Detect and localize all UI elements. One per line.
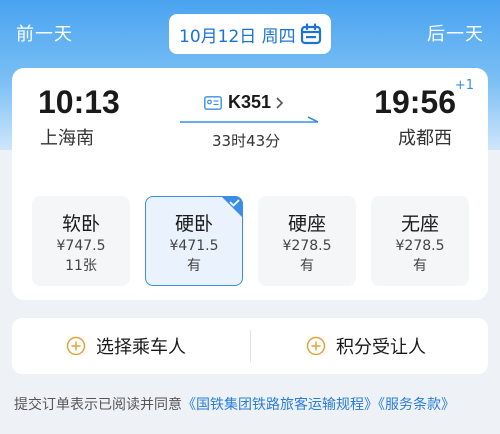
train-number: K351	[228, 92, 272, 112]
seat-availability: 有	[300, 258, 314, 274]
date-label: 10月12日 周四	[179, 26, 296, 47]
arrival-day-offset: +1	[454, 78, 474, 93]
date-picker[interactable]: 10月12日 周四	[169, 14, 331, 54]
points-transfer-button[interactable]: 积分受让人	[306, 318, 426, 374]
seat-availability: 11张	[65, 258, 97, 274]
departure-time: 10:13	[38, 84, 120, 120]
plus-circle-icon	[66, 336, 86, 356]
chevron-right-icon	[276, 96, 284, 109]
trip-card: 10:13 上海南 K351 33时43分 19:56 +1 成都西 软卧 ¥7…	[12, 68, 488, 300]
terms-link[interactable]: 《服务条款》	[378, 397, 455, 413]
prev-day-button[interactable]: 前一天	[16, 20, 73, 46]
route-arrow-icon	[180, 116, 319, 123]
seat-options: 软卧 ¥747.5 11张 硬卧 ¥471.5 有 硬座 ¥278.5 有 无座…	[32, 196, 472, 288]
select-passenger-label: 选择乘车人	[96, 337, 186, 358]
date-header: 前一天 10月12日 周四 后一天	[0, 0, 500, 64]
agreement-notice: 提交订单表示已阅读并同意《国铁集团铁路旅客运输规程》《服务条款》	[14, 392, 490, 418]
notice-text: 提交订单表示已阅读并同意	[14, 397, 182, 413]
seat-option-no-seat[interactable]: 无座 ¥278.5 有	[371, 196, 469, 286]
passenger-action-bar: 选择乘车人 积分受让人	[12, 318, 488, 374]
trip-duration: 33时43分	[212, 132, 281, 150]
seat-price: ¥278.5	[282, 238, 332, 254]
seat-availability: 有	[187, 258, 201, 274]
regulations-link[interactable]: 《国铁集团铁路旅客运输规程》	[182, 397, 378, 413]
id-card-icon	[204, 95, 222, 110]
seat-type: 无座	[400, 213, 439, 235]
select-passenger-button[interactable]: 选择乘车人	[66, 318, 186, 374]
seat-price: ¥747.5	[56, 238, 106, 254]
points-transfer-label: 积分受让人	[336, 337, 426, 358]
arrival-station: 成都西	[398, 128, 452, 149]
seat-type: 硬座	[287, 213, 326, 235]
seat-type: 软卧	[61, 213, 100, 235]
selected-check-icon	[221, 196, 243, 218]
seat-option-hard-sleeper[interactable]: 硬卧 ¥471.5 有	[145, 196, 243, 286]
calendar-icon	[300, 23, 322, 45]
seat-price: ¥471.5	[169, 238, 219, 254]
action-divider	[250, 330, 251, 362]
train-number-link[interactable]: K351	[204, 92, 285, 113]
seat-option-hard-seat[interactable]: 硬座 ¥278.5 有	[258, 196, 356, 286]
departure-station: 上海南	[40, 128, 94, 149]
plus-circle-icon	[306, 336, 326, 356]
seat-price: ¥278.5	[395, 238, 445, 254]
seat-option-soft-sleeper[interactable]: 软卧 ¥747.5 11张	[32, 196, 130, 286]
arrival-time: 19:56	[374, 84, 456, 120]
seat-availability: 有	[413, 258, 427, 274]
next-day-button[interactable]: 后一天	[427, 20, 484, 46]
